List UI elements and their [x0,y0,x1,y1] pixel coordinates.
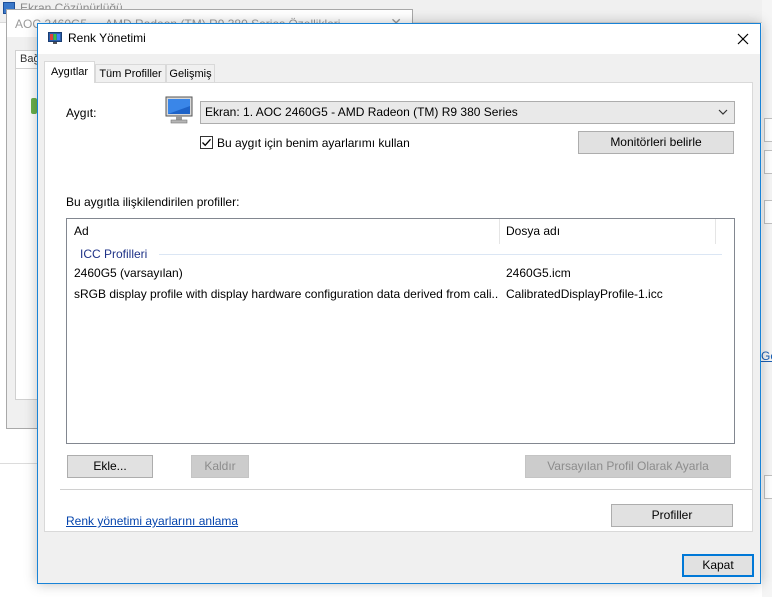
device-label: Aygıt: [66,106,97,120]
set-default-profile-button[interactable]: Varsayılan Profil Olarak Ayarla [525,455,731,478]
color-management-dialog: Renk Yönetimi Aygıtlar Tüm Profiller Gel… [37,23,761,584]
monitor-icon [165,96,193,124]
column-separator[interactable] [715,219,716,244]
tab-advanced[interactable]: Gelişmiş [166,64,215,82]
profile-name: sRGB display profile with display hardwa… [74,287,498,301]
tab-devices[interactable]: Aygıtlar [44,61,95,83]
add-button[interactable]: Ekle... [67,455,153,478]
background-right-box [764,150,772,174]
profiles-list[interactable]: Ad Dosya adı ICC Profilleri 2460G5 (vars… [66,218,735,444]
dialog-titlebar[interactable]: Renk Yönetimi [38,24,760,54]
group-title-icc-profiles[interactable]: ICC Profilleri [80,247,147,261]
column-header-filename[interactable]: Dosya adı [506,224,560,238]
dialog-divider [60,489,752,490]
background-right-box [764,475,772,499]
device-dropdown[interactable]: Ekran: 1. AOC 2460G5 - AMD Radeon (TM) R… [200,101,735,124]
device-dropdown-value: Ekran: 1. AOC 2460G5 - AMD Radeon (TM) R… [205,105,518,119]
checkmark-icon [202,138,211,147]
identify-monitors-button[interactable]: Monitörleri belirle [578,131,734,154]
profile-file: CalibratedDisplayProfile-1.icc [506,287,663,301]
chevron-down-icon [718,109,728,115]
background-divider [0,463,40,464]
column-header-name[interactable]: Ad [74,224,89,238]
profile-name: 2460G5 (varsayılan) [74,266,183,280]
column-separator[interactable] [499,219,500,244]
profiles-button[interactable]: Profiller [611,504,733,527]
understand-color-management-link[interactable]: Renk yönetimi ayarlarını anlama [66,514,238,528]
tab-all-profiles[interactable]: Tüm Profiller [95,64,166,82]
group-divider [159,254,722,255]
close-dialog-button[interactable]: Kapat [682,554,754,577]
background-right-link[interactable]: Ge [761,349,772,363]
profiles-heading: Bu aygıtla ilişkilendirilen profiller: [66,195,240,209]
table-row[interactable]: 2460G5 (varsayılan) 2460G5.icm [67,266,734,284]
background-right-box [764,118,772,142]
close-icon [737,33,749,44]
dialog-title: Renk Yönetimi [68,31,146,45]
remove-button[interactable]: Kaldır [191,455,249,478]
use-my-settings-checkbox[interactable] [200,136,213,149]
background-right-box [764,200,772,224]
monitor-color-icon [48,32,62,44]
background-right-window [762,0,772,597]
table-row[interactable]: sRGB display profile with display hardwa… [67,287,734,305]
close-button[interactable] [726,24,760,53]
list-header: Ad Dosya adı [67,219,734,244]
profile-file: 2460G5.icm [506,266,571,280]
use-my-settings-label[interactable]: Bu aygıt için benim ayarlarımı kullan [217,136,410,150]
